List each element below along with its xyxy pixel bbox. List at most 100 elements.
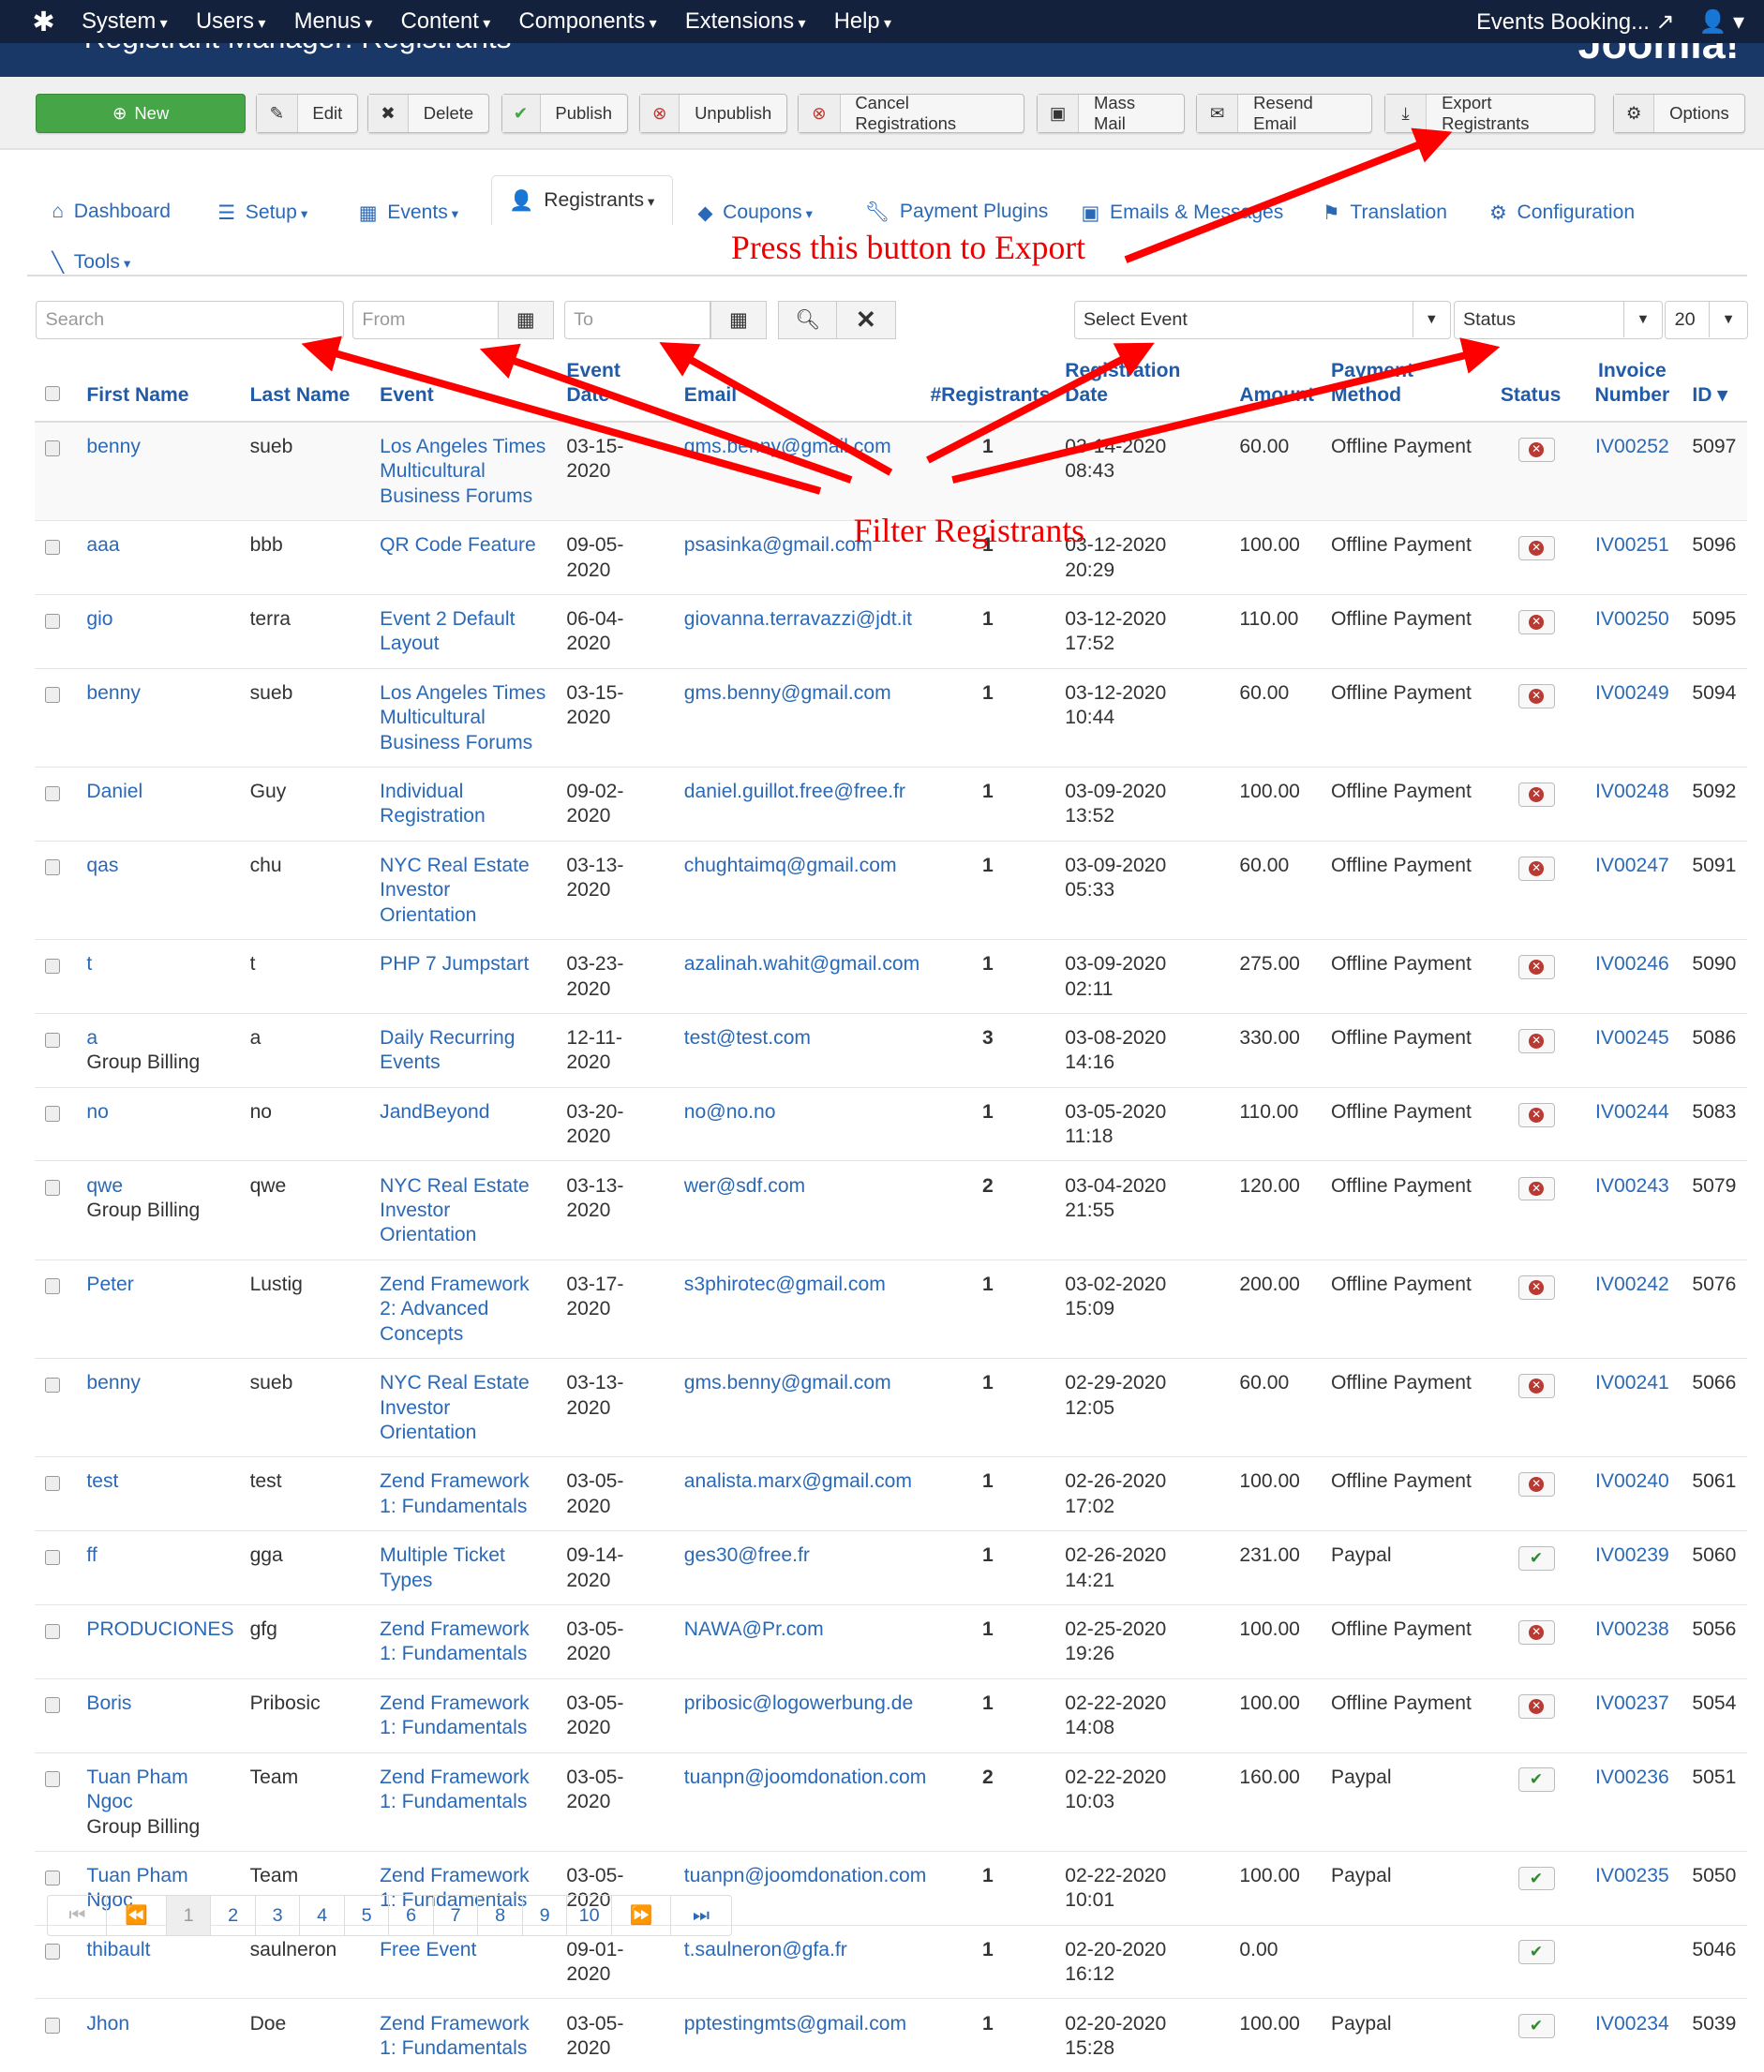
email-link[interactable]: s3phirotec@gmail.com <box>684 1274 886 1295</box>
cancel-registrations-button[interactable]: ⊗ Cancel Registrations <box>798 93 1025 133</box>
menu-content[interactable]: Content <box>401 8 491 35</box>
row-checkbox[interactable] <box>44 1106 61 1122</box>
status-unpublished-button[interactable]: ✕ <box>1517 1176 1555 1201</box>
event-select[interactable]: Select Event ▼ <box>1073 300 1452 339</box>
search-button[interactable]: 🔍︎ <box>778 300 838 339</box>
invoice-link[interactable]: IV00237 <box>1595 1692 1669 1714</box>
limit-select[interactable]: 20 ▼ <box>1665 300 1748 339</box>
status-unpublished-button[interactable]: ✕ <box>1517 609 1555 634</box>
first-page-button[interactable]: ⏮ <box>48 1895 108 1936</box>
invoice-link[interactable]: IV00236 <box>1595 1766 1669 1788</box>
column-header-payment-method[interactable]: Payment Method <box>1321 358 1491 423</box>
row-checkbox[interactable] <box>44 1944 61 1960</box>
page-10-button[interactable]: 10 <box>567 1895 612 1936</box>
email-link[interactable]: NAWA@Pr.com <box>684 1618 824 1640</box>
row-checkbox[interactable] <box>44 958 61 975</box>
first-name-link[interactable]: gio <box>86 607 230 632</box>
menu-help[interactable]: Help <box>834 8 891 35</box>
menu-users[interactable]: Users <box>196 8 265 35</box>
email-link[interactable]: ges30@free.fr <box>684 1544 810 1566</box>
column-header-event-date[interactable]: Event Date <box>556 358 675 423</box>
invoice-link[interactable]: IV00240 <box>1595 1470 1669 1492</box>
status-unpublished-button[interactable]: ✕ <box>1517 437 1555 462</box>
first-name-link[interactable]: aaa <box>86 533 230 558</box>
invoice-link[interactable]: IV00249 <box>1595 682 1669 704</box>
status-published-button[interactable]: ✔ <box>1517 2014 1555 2039</box>
row-checkbox[interactable] <box>44 539 61 556</box>
export-registrants-button[interactable]: ⤓ Export Registrants <box>1383 93 1595 133</box>
first-name-link[interactable]: Boris <box>86 1692 230 1716</box>
column-header--registrants[interactable]: #Registrants <box>919 358 1055 423</box>
event-link[interactable]: Zend Framework 1: Fundamentals <box>380 1766 530 1812</box>
unpublish-button[interactable]: ⊗ Unpublish <box>639 94 788 133</box>
row-checkbox-cell[interactable] <box>34 593 77 669</box>
menu-components[interactable]: Components <box>519 8 657 35</box>
first-name-link[interactable]: Daniel <box>86 780 230 804</box>
event-link[interactable]: Zend Framework 1: Fundamentals <box>380 2013 530 2059</box>
invoice-link[interactable]: IV00247 <box>1595 855 1669 876</box>
row-checkbox-cell[interactable] <box>34 1160 77 1260</box>
column-header-amount[interactable]: Amount <box>1229 358 1322 423</box>
invoice-link[interactable]: IV00251 <box>1595 534 1669 556</box>
row-checkbox-cell[interactable] <box>34 938 77 1014</box>
tab-setup[interactable]: ☰ Setup <box>217 201 307 225</box>
page-2-button[interactable]: 2 <box>211 1895 256 1936</box>
first-name-link[interactable]: qas <box>86 854 230 878</box>
invoice-link[interactable]: IV00243 <box>1595 1175 1669 1197</box>
page-3-button[interactable]: 3 <box>256 1895 301 1936</box>
row-checkbox[interactable] <box>44 1032 61 1049</box>
row-checkbox[interactable] <box>44 1697 61 1713</box>
next-page-button[interactable]: ⏩ <box>612 1895 672 1936</box>
column-header-invoice-number[interactable]: Invoice Number <box>1581 358 1682 423</box>
status-unpublished-button[interactable]: ✕ <box>1517 1374 1555 1398</box>
search-input[interactable]: Search <box>36 300 344 339</box>
row-checkbox[interactable] <box>44 1180 61 1196</box>
event-link[interactable]: Los Angeles Times Multicultural Business… <box>380 436 546 507</box>
row-checkbox-cell[interactable] <box>34 1677 77 1753</box>
email-link[interactable]: psasinka@gmail.com <box>684 534 873 556</box>
checkbox[interactable] <box>44 385 61 402</box>
invoice-link[interactable]: IV00235 <box>1595 1865 1669 1886</box>
mass-mail-button[interactable]: ▣ Mass Mail <box>1036 93 1185 133</box>
tab-translation[interactable]: ⚑ Translation <box>1323 201 1447 225</box>
row-checkbox-cell[interactable] <box>34 1086 77 1161</box>
email-link[interactable]: pptestingmts@gmail.com <box>684 2013 906 2035</box>
last-page-button[interactable]: ⏭ <box>671 1896 730 1935</box>
page-8-button[interactable]: 8 <box>478 1895 523 1936</box>
status-unpublished-button[interactable]: ✕ <box>1517 1275 1555 1300</box>
row-checkbox[interactable] <box>44 1549 61 1566</box>
email-link[interactable]: giovanna.terravazzi@jdt.it <box>684 608 912 630</box>
column-header-registration-date[interactable]: Registration Date <box>1054 358 1230 423</box>
status-unpublished-button[interactable]: ✕ <box>1517 1472 1555 1498</box>
page-4-button[interactable]: 4 <box>300 1895 345 1936</box>
row-checkbox[interactable] <box>44 859 61 875</box>
row-checkbox[interactable] <box>44 1377 61 1394</box>
email-link[interactable]: test@test.com <box>684 1027 811 1049</box>
first-name-link[interactable]: Jhon <box>86 2012 230 2036</box>
user-menu[interactable]: 👤 ▾ <box>1699 8 1744 36</box>
event-link[interactable]: Zend Framework 2: Advanced Concepts <box>380 1274 530 1345</box>
email-link[interactable]: gms.benny@gmail.com <box>684 1372 891 1394</box>
email-link[interactable]: analista.marx@gmail.com <box>684 1470 912 1492</box>
status-unpublished-button[interactable]: ✕ <box>1517 856 1555 881</box>
from-calendar-button[interactable]: ▦ <box>497 300 555 339</box>
status-published-button[interactable]: ✔ <box>1517 1545 1555 1571</box>
invoice-link[interactable]: IV00239 <box>1595 1544 1669 1566</box>
column-header-status[interactable]: Status <box>1490 358 1582 423</box>
invoice-link[interactable]: IV00234 <box>1595 2013 1669 2035</box>
email-link[interactable]: tuanpn@joomdonation.com <box>684 1865 927 1886</box>
to-calendar-button[interactable]: ▦ <box>710 300 768 339</box>
column-header-id[interactable]: ID ▾ <box>1682 358 1747 423</box>
row-checkbox-cell[interactable] <box>34 1530 77 1605</box>
tab-events[interactable]: ▦ Events <box>359 201 458 225</box>
event-link[interactable]: Individual Registration <box>380 781 486 827</box>
row-checkbox[interactable] <box>44 687 61 703</box>
row-checkbox-cell[interactable] <box>34 1603 77 1679</box>
event-link[interactable]: Zend Framework 1: Fundamentals <box>380 1470 530 1516</box>
event-link[interactable]: JandBeyond <box>380 1101 489 1123</box>
first-name-link[interactable]: thibault <box>86 1938 230 1962</box>
first-name-link[interactable]: PRODUCIONES <box>86 1617 233 1642</box>
invoice-link[interactable]: IV00246 <box>1595 953 1669 975</box>
tab-payment-plugins[interactable]: 🔧︎ Payment Plugins <box>865 201 1049 224</box>
event-link[interactable]: Zend Framework 1: Fundamentals <box>380 1618 530 1664</box>
